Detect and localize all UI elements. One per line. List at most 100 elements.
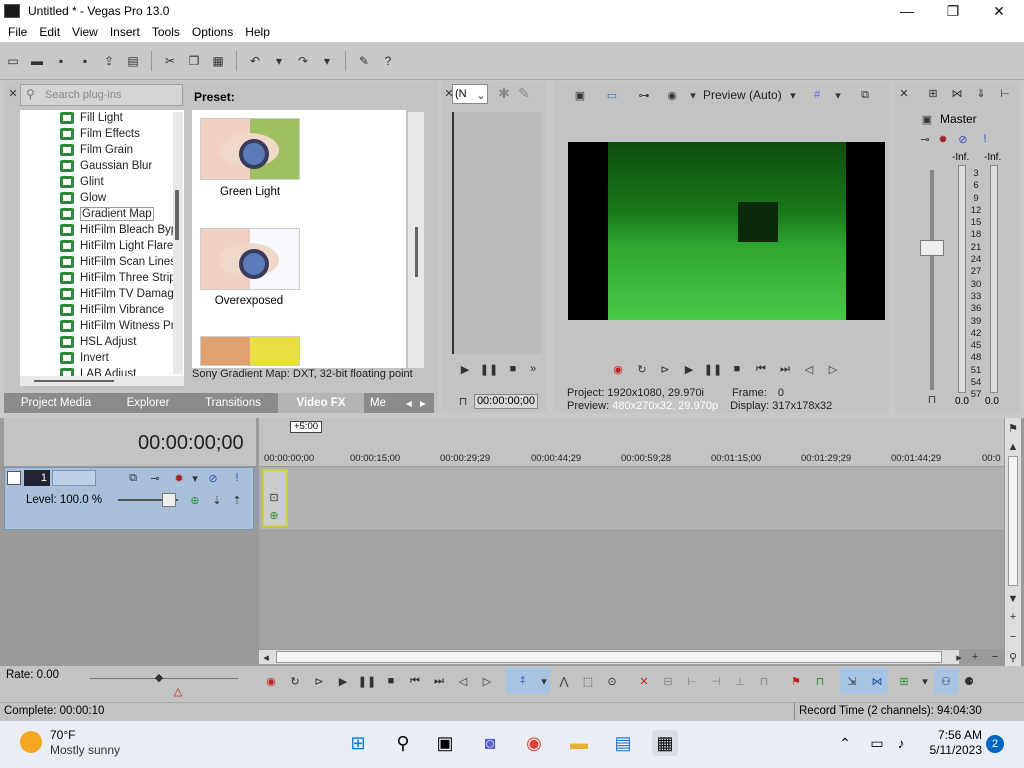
notepad-icon[interactable]: ▤: [610, 730, 636, 756]
plugin-tree[interactable]: Fill Light Film Effects Film Grain Gauss…: [20, 110, 184, 376]
solo-icon[interactable]: !: [230, 471, 244, 485]
menu-file[interactable]: File: [2, 25, 33, 39]
loop-playback-icon[interactable]: ↻: [288, 674, 302, 688]
minimize-button[interactable]: —: [884, 0, 930, 22]
mixer-downmix-icon[interactable]: ⋈: [950, 86, 964, 100]
volume-icon[interactable]: ♪: [888, 730, 914, 756]
undo-icon[interactable]: ↶: [246, 52, 264, 70]
lock-icon[interactable]: ⊓: [757, 674, 771, 688]
zoom-tool-icon[interactable]: ⊙: [605, 674, 619, 688]
go-to-end-icon[interactable]: ⏭: [778, 362, 792, 376]
normal-edit-tool-icon[interactable]: ⍏: [516, 674, 530, 688]
tree-item[interactable]: Glow: [60, 190, 106, 206]
file-explorer-icon[interactable]: ▬: [566, 730, 592, 756]
scroll-left-icon[interactable]: ◂: [259, 650, 273, 664]
zoom-out-icon[interactable]: −: [988, 650, 1002, 664]
enable-snapping-icon[interactable]: ⇲: [845, 674, 859, 688]
enable-snapping-icon[interactable]: ✎: [355, 52, 373, 70]
track-expand-icon[interactable]: [7, 471, 21, 485]
copy-icon[interactable]: ❐: [185, 52, 203, 70]
open-folder-icon[interactable]: ▬: [28, 52, 46, 70]
preset-scrollbar[interactable]: [408, 112, 424, 368]
vertical-scroll-thumb[interactable]: [1008, 456, 1018, 586]
scrollbar-thumb[interactable]: [34, 380, 114, 382]
pause-icon[interactable]: ❚❚: [704, 362, 722, 376]
auto-ripple-icon[interactable]: ⋈: [870, 674, 884, 688]
insert-marker-icon[interactable]: ⚑: [789, 674, 803, 688]
teams-chat-icon[interactable]: ◙: [477, 730, 503, 756]
tree-item[interactable]: HSL Adjust: [60, 334, 136, 350]
play-icon[interactable]: ▶: [336, 674, 350, 688]
mixer-dim-icon[interactable]: ⇓: [974, 86, 988, 100]
chevron-down-icon[interactable]: ▾: [686, 88, 700, 102]
auto-ripple-mode-icon[interactable]: ⊞: [897, 674, 911, 688]
play-from-start-icon[interactable]: ⊳: [658, 362, 672, 376]
preset-label-green-light[interactable]: Green Light: [190, 186, 310, 198]
menu-tools[interactable]: Tools: [146, 25, 186, 39]
preview-properties-icon[interactable]: ▣: [573, 88, 587, 102]
mixer-mono-icon[interactable]: ⊢: [998, 86, 1012, 100]
marker-flag-icon[interactable]: ⚑: [1006, 421, 1020, 435]
render-icon[interactable]: ⇪: [100, 52, 118, 70]
panel-close-icon[interactable]: ✕: [897, 86, 911, 100]
tree-item[interactable]: LAB Adjust: [60, 366, 136, 376]
menu-help[interactable]: Help: [239, 25, 276, 39]
close-button[interactable]: ✕: [976, 0, 1022, 22]
video-track-lane[interactable]: [259, 467, 1004, 530]
insert-region-icon[interactable]: ⊓: [813, 674, 827, 688]
mute-icon[interactable]: ⊘: [206, 471, 220, 485]
lock-envelopes-icon[interactable]: ⚇: [939, 674, 953, 688]
task-view-icon[interactable]: ▣: [432, 730, 458, 756]
tree-item[interactable]: Glint: [60, 174, 104, 190]
menu-insert[interactable]: Insert: [104, 25, 146, 39]
master-settings-icon[interactable]: ✹: [936, 132, 950, 146]
trim-start-icon[interactable]: ⊢: [685, 674, 699, 688]
undo-dropdown-icon[interactable]: ▾: [270, 52, 288, 70]
save-icon[interactable]: ▪: [52, 52, 70, 70]
tab-scroll-left-icon[interactable]: ◂: [400, 393, 414, 413]
tree-item[interactable]: Fill Light: [60, 110, 123, 126]
ignore-grouping-icon[interactable]: ⚈: [962, 674, 976, 688]
menu-options[interactable]: Options: [186, 25, 239, 39]
external-monitor-icon[interactable]: ▭: [605, 88, 619, 102]
what-is-this-help-icon[interactable]: ?: [379, 52, 397, 70]
master-solo-icon[interactable]: !: [978, 132, 992, 146]
make-child-icon[interactable]: ⇣: [210, 493, 224, 507]
scrollbar-thumb[interactable]: [415, 227, 418, 277]
chevron-down-icon[interactable]: ▾: [786, 88, 800, 102]
compositing-mode-icon[interactable]: ⧉: [126, 471, 140, 485]
network-icon[interactable]: ▭: [864, 730, 890, 756]
weather-widget[interactable]: 70°F Mostly sunny: [50, 728, 120, 758]
preset-thumbnail-green-light[interactable]: [200, 118, 300, 180]
next-frame-icon[interactable]: ▷: [480, 674, 494, 688]
taskbar-clock[interactable]: 7:56 AM 5/11/2023: [920, 728, 983, 758]
trimmer-view[interactable]: [452, 112, 542, 354]
tree-item[interactable]: HitFilm Three Strip: [60, 270, 176, 286]
redo-icon[interactable]: ↷: [294, 52, 312, 70]
trimmer-more-icon[interactable]: »: [526, 362, 540, 376]
zoom-in-icon[interactable]: +: [968, 650, 982, 664]
record-icon[interactable]: ◉: [264, 674, 278, 688]
tree-item[interactable]: Gaussian Blur: [60, 158, 152, 174]
pause-icon[interactable]: ❚❚: [358, 674, 376, 688]
envelope-tool-icon[interactable]: ⋀: [557, 674, 571, 688]
event-pan-crop-icon[interactable]: ⊡: [267, 490, 281, 504]
split-icon[interactable]: ⊥: [733, 674, 747, 688]
fader-lock-icon[interactable]: ⊓: [925, 392, 939, 406]
previous-frame-icon[interactable]: ◁: [802, 362, 816, 376]
trimmer-pause-icon[interactable]: ❚❚: [480, 362, 498, 376]
preview-quality-select[interactable]: Preview (Auto): [703, 88, 782, 102]
chevron-up-icon[interactable]: ⌃: [832, 730, 858, 756]
compositing-child-icon[interactable]: ⊕: [188, 493, 202, 507]
redo-dropdown-icon[interactable]: ▾: [318, 52, 336, 70]
menu-view[interactable]: View: [66, 25, 104, 39]
trimmer-options-icon[interactable]: ✱: [497, 85, 511, 101]
notification-badge[interactable]: 2: [986, 735, 1004, 753]
chevron-down-icon[interactable]: ▾: [188, 471, 202, 485]
scroll-up-icon[interactable]: ▲: [1006, 440, 1020, 454]
tree-item-selected[interactable]: Gradient Map: [60, 206, 154, 222]
tree-item[interactable]: Film Grain: [60, 142, 133, 158]
maximize-button[interactable]: ❐: [930, 0, 976, 22]
trimmer-play-icon[interactable]: ▶: [458, 362, 472, 376]
next-frame-icon[interactable]: ▷: [826, 362, 840, 376]
